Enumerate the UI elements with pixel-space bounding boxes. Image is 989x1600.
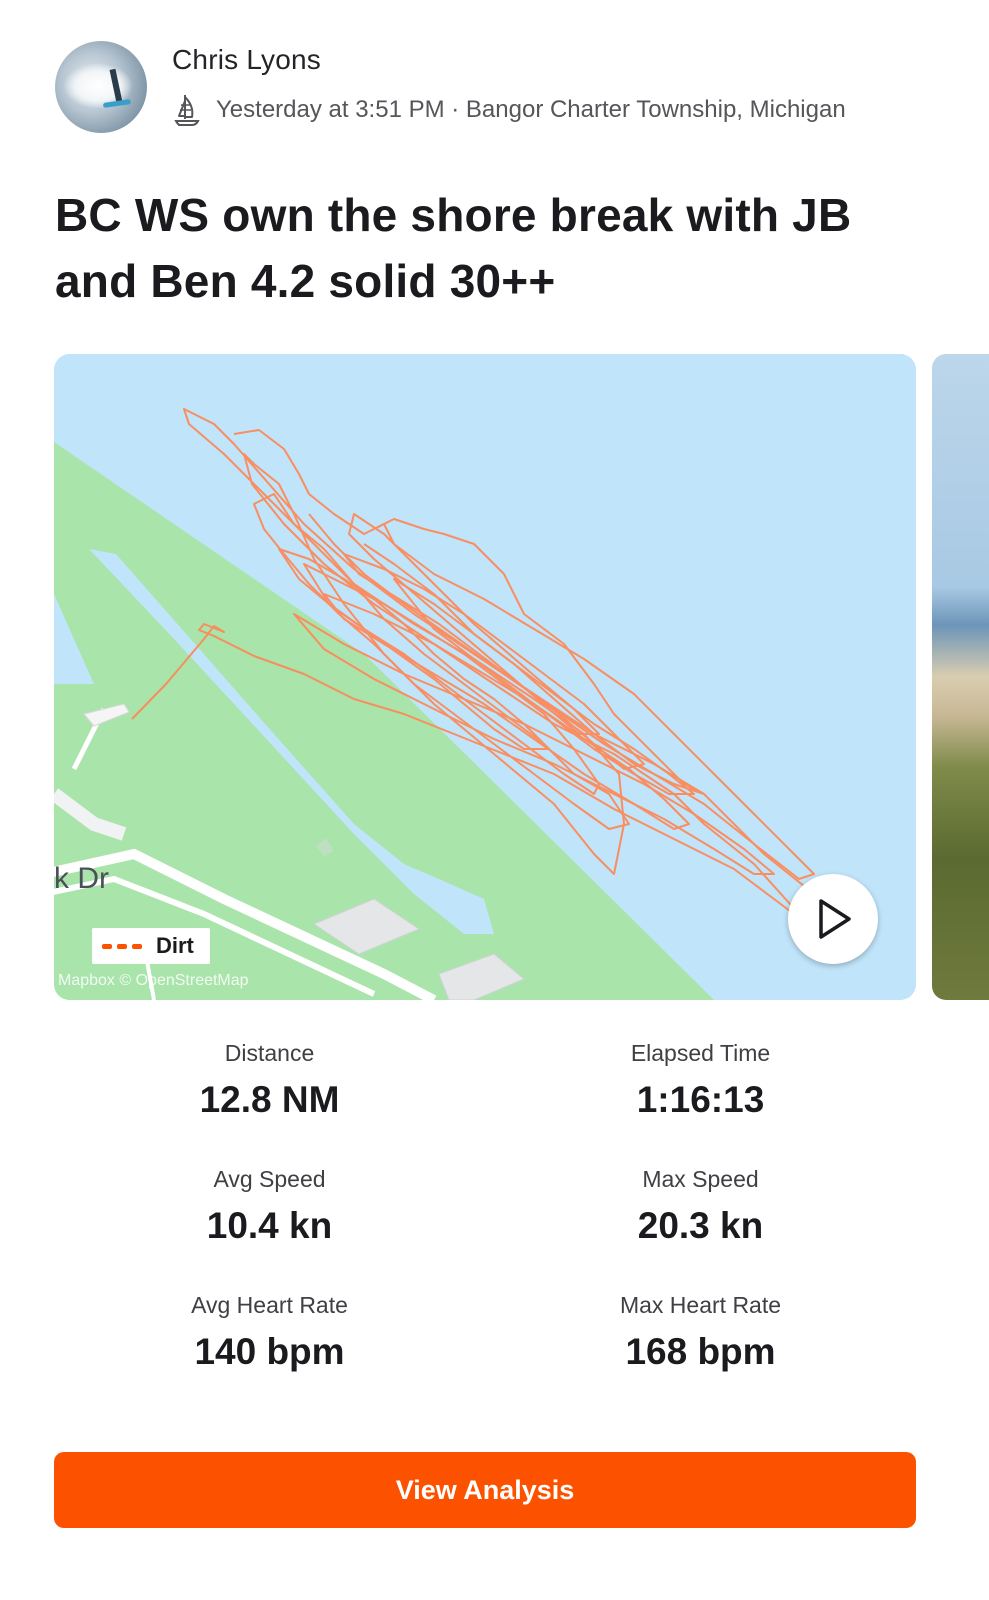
stat-value: 1:16:13 — [636, 1079, 765, 1120]
route-map[interactable]: rk Dr Dirt Mapbox © OpenStreetMap — [54, 354, 916, 1000]
activity-meta: Yesterday at 3:51 PM · Bangor Charter To… — [172, 92, 846, 128]
map-attribution[interactable]: Mapbox © OpenStreetMap — [58, 972, 249, 990]
stat-label: Max Heart Rate — [619, 1292, 782, 1318]
play-flyover-button[interactable] — [788, 874, 878, 964]
map-canvas — [54, 354, 916, 1000]
athlete-name[interactable]: Chris Lyons — [172, 44, 321, 76]
stat-label: Elapsed Time — [630, 1040, 771, 1066]
stat-label: Avg Speed — [213, 1166, 326, 1192]
stat-label: Max Speed — [642, 1166, 759, 1192]
stat-distance: Distance 12.8 NM — [54, 1040, 485, 1121]
view-analysis-button[interactable]: View Analysis — [54, 1452, 916, 1528]
stat-max-heart-rate: Max Heart Rate 168 bpm — [485, 1292, 916, 1373]
stat-value: 20.3 kn — [637, 1205, 764, 1246]
stat-avg-speed: Avg Speed 10.4 kn — [54, 1166, 485, 1247]
stat-elapsed-time: Elapsed Time 1:16:13 — [485, 1040, 916, 1121]
street-label: rk Dr — [54, 862, 109, 895]
stat-value: 140 bpm — [194, 1331, 345, 1372]
activity-title[interactable]: BC WS own the shore break with JB and Be… — [55, 182, 935, 314]
athlete-avatar[interactable] — [55, 41, 147, 133]
stat-value: 168 bpm — [625, 1331, 776, 1372]
stat-max-speed: Max Speed 20.3 kn — [485, 1166, 916, 1247]
stat-label: Distance — [224, 1040, 315, 1066]
activity-time-location: Yesterday at 3:51 PM · Bangor Charter To… — [216, 96, 846, 123]
stat-avg-heart-rate: Avg Heart Rate 140 bpm — [54, 1292, 485, 1373]
surface-legend: Dirt — [92, 928, 210, 964]
stat-label: Avg Heart Rate — [191, 1292, 348, 1318]
windsurf-icon — [174, 95, 200, 126]
stat-value: 12.8 NM — [199, 1079, 340, 1120]
legend-label: Dirt — [156, 933, 194, 958]
activity-photo-thumbnail[interactable] — [932, 354, 989, 1000]
stat-value: 10.4 kn — [206, 1205, 333, 1246]
activity-header: Chris Lyons Yesterday at 3:51 PM · Bango… — [55, 40, 955, 133]
dirt-dash-icon — [102, 943, 142, 949]
play-icon — [819, 899, 851, 939]
